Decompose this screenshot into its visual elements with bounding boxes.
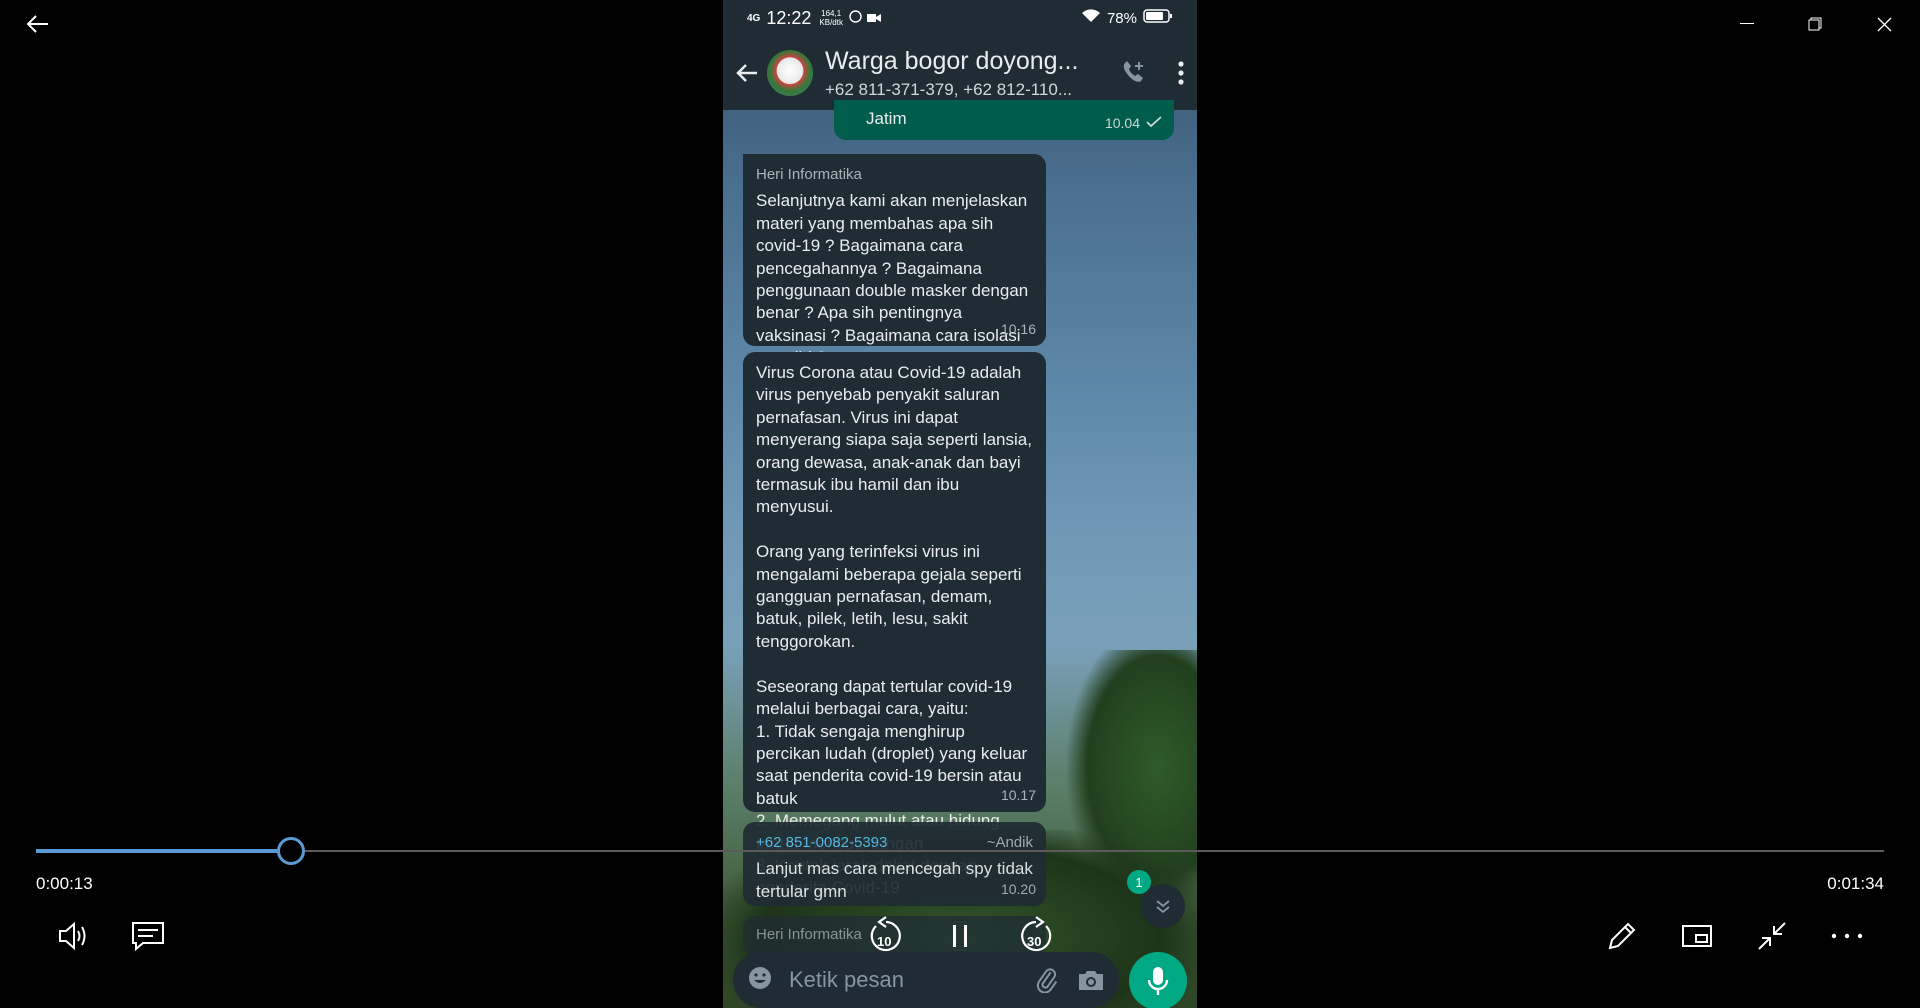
microphone-button[interactable]	[1129, 952, 1187, 1008]
network-speed: 164,1 KB/dtk	[819, 9, 843, 27]
chat-back-icon[interactable]	[729, 63, 765, 83]
more-options-icon[interactable]	[1169, 61, 1193, 85]
subtitles-icon[interactable]	[126, 914, 170, 958]
seek-bar-thumb[interactable]	[277, 837, 305, 865]
status-time: 12:22	[766, 7, 812, 28]
seek-bar[interactable]	[36, 850, 1884, 852]
fast-forward-button[interactable]: 30	[1014, 914, 1058, 958]
rewind-seconds: 10	[877, 934, 892, 949]
chat-header: Warga bogor doyong... +62 811-371-379, +…	[723, 36, 1197, 110]
sent-check-icon	[1146, 112, 1162, 134]
message-text: Jatim	[866, 109, 907, 128]
message-text: Selanjutnya kami akan menjelaskan materi…	[756, 191, 1029, 367]
chat-info[interactable]: Warga bogor doyong... +62 811-371-379, +…	[825, 47, 1093, 100]
mini-view-icon[interactable]	[1675, 914, 1719, 958]
group-participants: +62 811-371-379, +62 812-110...	[825, 79, 1073, 99]
network-indicator: 4G	[747, 12, 761, 24]
close-button[interactable]	[1862, 10, 1906, 38]
message-sender: Heri Informatika	[756, 166, 862, 183]
more-options-icon[interactable]	[1825, 914, 1869, 958]
exit-fullscreen-icon[interactable]	[1750, 914, 1794, 958]
incoming-message[interactable]: +62 851-0082-5393 ~Andik Lanjut mas cara…	[743, 822, 1046, 906]
message-time: 10.20	[1000, 880, 1036, 897]
group-name: Warga bogor doyong...	[825, 46, 1079, 75]
scroll-down-button[interactable]	[1141, 884, 1185, 928]
restore-button[interactable]	[1793, 10, 1837, 38]
current-time: 0:00:13	[36, 874, 93, 893]
back-arrow-icon[interactable]	[24, 10, 52, 38]
message-input[interactable]: Ketik pesan	[789, 967, 1017, 993]
volume-icon[interactable]	[52, 914, 96, 958]
message-composer[interactable]: Ketik pesan	[733, 952, 1119, 1008]
whatsapp-notification-icon	[849, 8, 862, 28]
total-duration: 0:01:34	[1827, 874, 1884, 893]
minimize-button[interactable]	[1725, 10, 1769, 38]
message-time: 10.16	[1000, 320, 1036, 337]
video-frame[interactable]: 4G 12:22 164,1 KB/dtk 78% Warga bogor doy…	[723, 0, 1197, 1008]
message-time: 10.17	[1000, 786, 1036, 803]
pause-button[interactable]	[938, 914, 982, 958]
seek-bar-progress	[36, 849, 291, 853]
wifi-icon	[1081, 9, 1101, 27]
add-call-icon[interactable]	[1115, 59, 1151, 87]
group-avatar[interactable]	[767, 50, 813, 96]
message-time: 10.04	[1104, 114, 1140, 131]
phone-status-bar: 4G 12:22 164,1 KB/dtk 78%	[723, 0, 1197, 36]
incoming-message[interactable]: Heri Informatika Selanjutnya kami akan m…	[743, 154, 1046, 367]
attach-icon[interactable]	[1035, 967, 1059, 993]
video-camera-icon	[866, 8, 881, 28]
message-text: Lanjut mas cara mencegah spy tidak tertu…	[756, 859, 1038, 901]
battery-percentage: 78%	[1106, 9, 1137, 27]
message-text: Virus Corona atau Covid-19 adalah virus …	[756, 363, 1032, 897]
edit-pen-icon[interactable]	[1600, 914, 1644, 958]
outgoing-message[interactable]: Jatim 10.04	[834, 100, 1174, 140]
emoji-icon[interactable]	[747, 965, 773, 996]
battery-icon	[1143, 9, 1173, 27]
camera-icon[interactable]	[1077, 968, 1105, 992]
rewind-button[interactable]: 10	[864, 914, 908, 958]
forward-seconds: 30	[1027, 934, 1042, 949]
incoming-message[interactable]: Virus Corona atau Covid-19 adalah virus …	[743, 352, 1046, 897]
